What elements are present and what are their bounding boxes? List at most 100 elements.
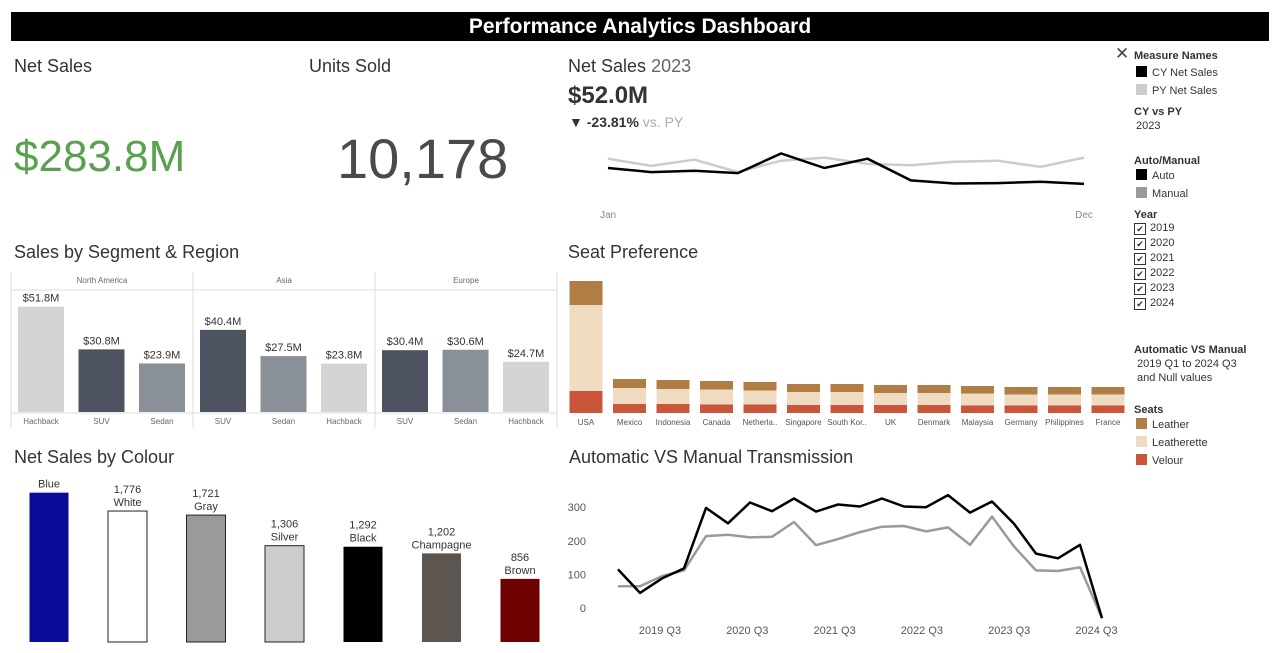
seat-swatch xyxy=(1136,436,1147,447)
segment-bar-value: $40.4M xyxy=(205,316,242,328)
year-filter-title: Year xyxy=(1134,209,1158,221)
seat-bar-velour xyxy=(700,404,733,413)
seat-bar-velour xyxy=(787,405,820,413)
seat-bar-leather xyxy=(874,385,907,393)
net-sales-label: Net Sales xyxy=(14,56,93,76)
sales-by-colour-title: Net Sales by Colour xyxy=(14,447,175,467)
year-filter-item[interactable]: ✔ 2023 xyxy=(1134,281,1275,296)
net-sales-value: $283.8M xyxy=(14,132,186,181)
colour-bar-value: 1,292 xyxy=(349,520,377,532)
checkbox-checked-icon[interactable]: ✔ xyxy=(1134,238,1146,250)
segment-category-label: Hachback xyxy=(326,417,363,426)
change-percent: -23.81% xyxy=(586,114,639,130)
transmission-legend-item[interactable]: Auto xyxy=(1133,167,1275,185)
seat-legend-label: Leatherette xyxy=(1152,437,1208,449)
year-filter-label: 2021 xyxy=(1150,252,1175,264)
seat-legend-item[interactable]: Leatherette xyxy=(1133,434,1275,452)
am-y-tick: 200 xyxy=(568,536,586,548)
year-filter-label: 2023 xyxy=(1150,282,1175,294)
colour-bar xyxy=(422,553,461,642)
colour-bar xyxy=(264,545,305,643)
measure-names-title: Measure Names xyxy=(1134,50,1218,62)
cy-vs-py-title: CY vs PY xyxy=(1134,106,1183,118)
measure-swatch xyxy=(1136,84,1147,95)
trend-line-py-net-sales xyxy=(607,156,1085,174)
seat-bar-velour xyxy=(569,391,603,413)
seat-country-label: Denmark xyxy=(918,418,951,427)
seat-country-label: USA xyxy=(578,418,595,427)
segment-bar-value: $30.4M xyxy=(387,336,424,348)
colour-bar-value: 1,721 xyxy=(192,488,220,500)
seat-bar-velour xyxy=(656,404,690,413)
checkbox-checked-icon[interactable]: ✔ xyxy=(1134,268,1146,280)
seat-legend-item[interactable]: Velour xyxy=(1133,452,1275,470)
year-filter-item[interactable]: ✔ 2024 xyxy=(1134,296,1275,311)
measure-legend-item[interactable]: PY Net Sales xyxy=(1133,82,1275,100)
seat-country-label: Mexico xyxy=(617,418,643,427)
year-filter: ✔ 2019 ✔ 2020 ✔ 2021 ✔ 2022 ✔ 2023 ✔ 2024 xyxy=(1115,221,1275,311)
segment-category-label: Sedan xyxy=(454,417,477,426)
year-filter-item[interactable]: ✔ 2020 xyxy=(1134,236,1275,251)
segment-bar xyxy=(200,329,246,412)
year-filter-item[interactable]: ✔ 2021 xyxy=(1134,251,1275,266)
year-filter-label: 2022 xyxy=(1150,267,1175,279)
checkbox-checked-icon[interactable]: ✔ xyxy=(1134,283,1146,295)
region-label: Europe xyxy=(453,276,479,285)
year-filter-item[interactable]: ✔ 2022 xyxy=(1134,266,1275,281)
sales-by-colour-chart: 2,025Blue 1,776White 1,721Gray 1,306Silver 1… xyxy=(29,476,540,643)
seat-country-label: Singapore xyxy=(785,418,822,427)
cy-vs-py-value[interactable]: 2023 xyxy=(1115,120,1275,132)
segment-bar xyxy=(260,356,307,412)
checkbox-checked-icon[interactable]: ✔ xyxy=(1134,298,1146,310)
seat-legend-item[interactable]: Leather xyxy=(1133,416,1275,434)
year-filter-item[interactable]: ✔ 2019 xyxy=(1134,221,1275,236)
trend-line-cy-net-sales xyxy=(607,152,1085,186)
units-sold-label: Units Sold xyxy=(309,56,392,76)
segment-category-label: SUV xyxy=(215,417,232,426)
net-sales-2023-title-year: 2023 xyxy=(651,56,692,76)
auto-manual-chart: 0 100 200 300 2019 Q3 2020 Q3 2021 Q3 2022 Q3 20… xyxy=(568,493,1118,637)
checkbox-checked-icon[interactable]: ✔ xyxy=(1134,223,1146,235)
colour-bar xyxy=(107,510,148,643)
seat-bar-leather xyxy=(1004,387,1038,395)
avm-filter-title: Automatic VS Manual xyxy=(1134,344,1247,356)
segment-bar-value: $27.5M xyxy=(265,342,302,354)
avm-filter-line1: 2019 Q1 to 2024 Q3 xyxy=(1137,358,1237,370)
am-y-tick: 100 xyxy=(568,569,586,581)
colour-bar-value: 856 xyxy=(511,552,529,564)
year-filter-label: 2020 xyxy=(1150,237,1175,249)
seat-bar-leatherette xyxy=(961,393,994,406)
segment-bar xyxy=(442,349,489,412)
colour-bar-value: 1,306 xyxy=(271,519,299,531)
seat-bar-leatherette xyxy=(569,305,603,391)
region-label: Asia xyxy=(276,276,292,285)
seats-legend-title: Seats xyxy=(1134,404,1164,416)
checkbox-checked-icon[interactable]: ✔ xyxy=(1134,253,1146,265)
seat-country-label: Canada xyxy=(702,418,731,427)
am-x-tick: 2021 Q3 xyxy=(813,625,855,637)
seat-bar-velour xyxy=(961,405,994,413)
auto-manual-legend-title: Auto/Manual xyxy=(1134,155,1200,167)
transmission-legend-item[interactable]: Manual xyxy=(1133,185,1275,203)
segment-bar xyxy=(78,349,125,412)
segment-bar-value: $24.7M xyxy=(508,348,545,360)
seat-country-label: South Kor.. xyxy=(827,418,867,427)
seat-bar-leather xyxy=(656,380,690,389)
seat-bar-velour xyxy=(917,405,951,413)
seat-preference-chart: USA Mexico Indonesia Canada Netherla.. Singap… xyxy=(569,281,1125,427)
segment-category-label: SUV xyxy=(93,417,110,426)
measure-legend-item[interactable]: CY Net Sales xyxy=(1133,64,1275,82)
seat-bar-leather xyxy=(917,385,951,393)
measure-legend-label: CY Net Sales xyxy=(1152,67,1218,79)
seat-bar-leather xyxy=(700,381,733,390)
seat-country-label: Malaysia xyxy=(962,418,994,427)
am-y-tick: 300 xyxy=(568,502,586,514)
seat-bar-leather xyxy=(743,382,777,391)
seat-bar-leatherette xyxy=(656,389,690,404)
avm-filter-line2: and Null values xyxy=(1137,372,1213,384)
dashboard-title: Performance Analytics Dashboard xyxy=(11,12,1269,41)
close-icon[interactable]: ✕ xyxy=(1115,45,1129,63)
colour-bar xyxy=(500,578,540,642)
seat-bar-leatherette xyxy=(1048,394,1081,406)
seat-bar-velour xyxy=(1048,405,1081,413)
